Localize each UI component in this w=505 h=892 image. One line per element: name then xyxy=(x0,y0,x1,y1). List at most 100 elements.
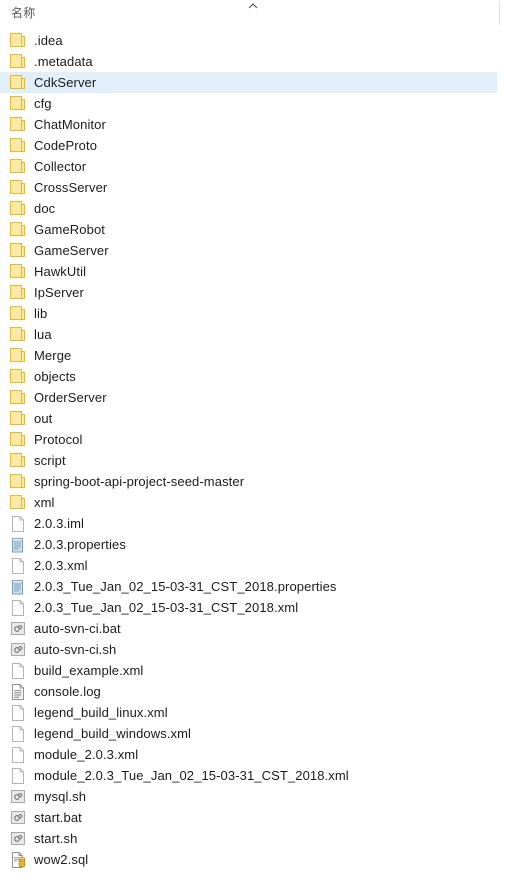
file-name-label: wow2.sql xyxy=(34,852,89,867)
file-name-label: lib xyxy=(34,306,48,321)
file-row[interactable]: auto-svn-ci.bat xyxy=(0,618,497,639)
properties-file-icon xyxy=(0,576,34,597)
folder-icon xyxy=(0,303,34,324)
script-file-icon xyxy=(0,828,34,849)
file-row[interactable]: lib xyxy=(0,303,497,324)
file-name-label: 2.0.3.xml xyxy=(34,558,88,573)
file-row[interactable]: objects xyxy=(0,366,497,387)
file-name-label: console.log xyxy=(34,684,101,699)
file-row[interactable]: Collector xyxy=(0,156,497,177)
folder-icon xyxy=(0,492,34,513)
file-name-label: ChatMonitor xyxy=(34,117,106,132)
folder-icon xyxy=(0,282,34,303)
script-file-icon xyxy=(0,639,34,660)
file-name-label: module_2.0.3_Tue_Jan_02_15-03-31_CST_201… xyxy=(34,768,349,783)
file-row[interactable]: build_example.xml xyxy=(0,660,497,681)
file-name-label: Protocol xyxy=(34,432,83,447)
file-row[interactable]: CodeProto xyxy=(0,135,497,156)
file-row[interactable]: module_2.0.3_Tue_Jan_02_15-03-31_CST_201… xyxy=(0,765,497,786)
file-row[interactable]: xml xyxy=(0,492,497,513)
file-row[interactable]: 2.0.3_Tue_Jan_02_15-03-31_CST_2018.prope… xyxy=(0,576,497,597)
file-name-label: cfg xyxy=(34,96,52,111)
file-name-label: spring-boot-api-project-seed-master xyxy=(34,474,245,489)
document-icon xyxy=(0,744,34,765)
file-name-label: GameServer xyxy=(34,243,109,258)
document-icon xyxy=(0,555,34,576)
file-name-label: doc xyxy=(34,201,56,216)
folder-icon xyxy=(0,450,34,471)
folder-icon xyxy=(0,156,34,177)
folder-icon xyxy=(0,366,34,387)
column-header-name[interactable]: 名称 xyxy=(11,6,35,20)
file-name-label: .metadata xyxy=(34,54,93,69)
file-name-label: .idea xyxy=(34,33,63,48)
file-row[interactable]: doc xyxy=(0,198,497,219)
column-divider[interactable] xyxy=(499,1,500,25)
file-row[interactable]: legend_build_windows.xml xyxy=(0,723,497,744)
folder-icon xyxy=(0,219,34,240)
column-header-bar: 名称 xyxy=(0,0,505,26)
file-name-label: auto-svn-ci.bat xyxy=(34,621,121,636)
file-row[interactable]: mysql.sh xyxy=(0,786,497,807)
file-name-label: module_2.0.3.xml xyxy=(34,747,139,762)
file-name-label: mysql.sh xyxy=(34,789,87,804)
file-row-selected[interactable]: CdkServer xyxy=(0,72,497,93)
file-row[interactable]: Protocol xyxy=(0,429,497,450)
file-row[interactable]: wow2.sql xyxy=(0,849,497,870)
file-row[interactable]: IpServer xyxy=(0,282,497,303)
file-row[interactable]: GameRobot xyxy=(0,219,497,240)
document-icon xyxy=(0,660,34,681)
folder-icon xyxy=(0,240,34,261)
file-name-label: script xyxy=(34,453,66,468)
folder-icon xyxy=(0,177,34,198)
file-row[interactable]: start.bat xyxy=(0,807,497,828)
file-row[interactable]: ChatMonitor xyxy=(0,114,497,135)
file-row[interactable]: cfg xyxy=(0,93,497,114)
file-name-label: HawkUtil xyxy=(34,264,87,279)
file-name-label: auto-svn-ci.sh xyxy=(34,642,117,657)
document-icon xyxy=(0,765,34,786)
sql-file-icon xyxy=(0,849,34,870)
log-file-icon xyxy=(0,681,34,702)
file-row[interactable]: lua xyxy=(0,324,497,345)
file-row[interactable]: GameServer xyxy=(0,240,497,261)
file-row[interactable]: legend_build_linux.xml xyxy=(0,702,497,723)
file-row[interactable]: spring-boot-api-project-seed-master xyxy=(0,471,497,492)
document-icon xyxy=(0,513,34,534)
file-row[interactable]: .metadata xyxy=(0,51,497,72)
folder-icon xyxy=(0,345,34,366)
file-name-label: build_example.xml xyxy=(34,663,144,678)
folder-icon xyxy=(0,429,34,450)
folder-icon xyxy=(0,261,34,282)
file-row[interactable]: 2.0.3.xml xyxy=(0,555,497,576)
file-name-label: start.sh xyxy=(34,831,78,846)
file-name-label: legend_build_windows.xml xyxy=(34,726,192,741)
file-row[interactable]: auto-svn-ci.sh xyxy=(0,639,497,660)
document-icon xyxy=(0,597,34,618)
file-row[interactable]: HawkUtil xyxy=(0,261,497,282)
file-name-label: 2.0.3_Tue_Jan_02_15-03-31_CST_2018.prope… xyxy=(34,579,337,594)
script-file-icon xyxy=(0,786,34,807)
folder-icon xyxy=(0,387,34,408)
file-row[interactable]: 2.0.3_Tue_Jan_02_15-03-31_CST_2018.xml xyxy=(0,597,497,618)
file-row[interactable]: Merge xyxy=(0,345,497,366)
file-row[interactable]: 2.0.3.iml xyxy=(0,513,497,534)
file-row[interactable]: OrderServer xyxy=(0,387,497,408)
folder-icon xyxy=(0,471,34,492)
file-row[interactable]: module_2.0.3.xml xyxy=(0,744,497,765)
file-row[interactable]: CrossServer xyxy=(0,177,497,198)
file-row[interactable]: 2.0.3.properties xyxy=(0,534,497,555)
folder-icon xyxy=(0,72,34,93)
file-name-label: out xyxy=(34,411,53,426)
file-name-label: CodeProto xyxy=(34,138,98,153)
file-row[interactable]: console.log xyxy=(0,681,497,702)
file-row[interactable]: start.sh xyxy=(0,828,497,849)
file-name-label: legend_build_linux.xml xyxy=(34,705,168,720)
file-name-label: CrossServer xyxy=(34,180,108,195)
folder-icon xyxy=(0,135,34,156)
file-row[interactable]: script xyxy=(0,450,497,471)
file-name-label: xml xyxy=(34,495,55,510)
folder-icon xyxy=(0,114,34,135)
file-row[interactable]: .idea xyxy=(0,30,497,51)
file-row[interactable]: out xyxy=(0,408,497,429)
